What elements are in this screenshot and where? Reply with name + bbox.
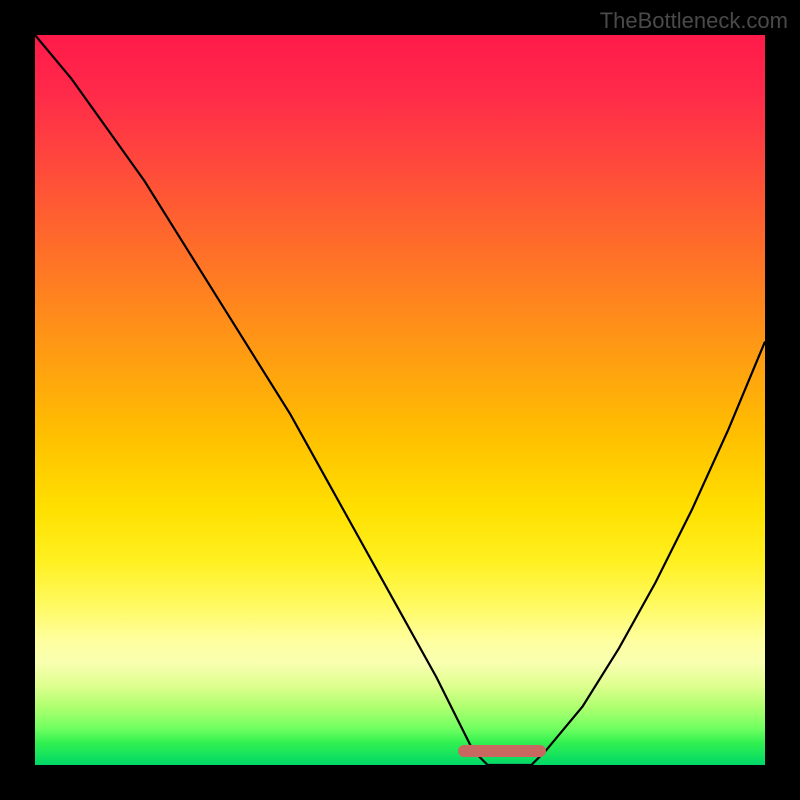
watermark-text: TheBottleneck.com: [600, 8, 788, 34]
curve-svg: [35, 35, 765, 765]
plot-area: [35, 35, 765, 765]
optimal-marker: [458, 745, 546, 757]
bottleneck-curve-path: [35, 35, 765, 765]
